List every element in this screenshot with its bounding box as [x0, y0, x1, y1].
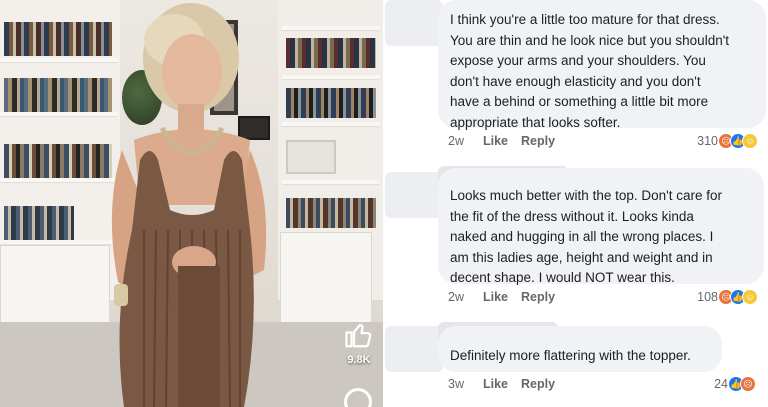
like-button[interactable]: Like [483, 377, 508, 391]
woman-in-dress [111, 3, 267, 407]
video-frame[interactable]: 9.8K [0, 0, 383, 407]
angry-reaction-icon: ☹ [740, 376, 756, 392]
video-like-control[interactable]: 9.8K [334, 320, 383, 366]
reaction-summary[interactable]: 310 ☹ 👍 ☺ [697, 132, 758, 150]
avatar[interactable] [385, 326, 443, 372]
reply-button[interactable]: Reply [521, 134, 555, 148]
avatar[interactable] [385, 172, 443, 218]
comment-bubble: Looks much better with the top. Don't ca… [438, 168, 764, 285]
reply-button[interactable]: Reply [521, 290, 555, 304]
reaction-summary[interactable]: 108 ☹ 👍 ☺ [697, 288, 758, 306]
comment-bubble: I think you're a little too mature for t… [438, 0, 766, 130]
like-button[interactable]: Like [483, 134, 508, 148]
comments-panel: I think you're a little too mature for t… [383, 0, 768, 407]
reply-button[interactable]: Reply [521, 377, 555, 391]
cabinet-right [280, 232, 372, 324]
video-like-count: 9.8K [347, 354, 371, 366]
reaction-summary[interactable]: 24 👍 ☹ [714, 375, 756, 393]
comment-meta: 3w Like Reply [448, 377, 758, 393]
reaction-count: 310 [697, 134, 718, 148]
reaction-count: 24 [714, 377, 728, 391]
avatar[interactable] [385, 0, 443, 46]
haha-reaction-icon: ☺ [742, 133, 758, 149]
comment-bubble: Definitely more flattering with the topp… [438, 326, 722, 372]
comment-timestamp: 2w [448, 290, 464, 304]
haha-reaction-icon: ☺ [742, 289, 758, 305]
like-button[interactable]: Like [483, 290, 508, 304]
thumbs-up-icon[interactable] [344, 320, 374, 350]
comment-timestamp: 3w [448, 377, 464, 391]
comment-text: I think you're a little too mature for t… [450, 12, 730, 130]
comment-text: Definitely more flattering with the topp… [450, 348, 691, 363]
comment-text: Looks much better with the top. Don't ca… [450, 188, 722, 285]
reaction-count: 108 [697, 290, 718, 304]
comment-timestamp: 2w [448, 134, 464, 148]
